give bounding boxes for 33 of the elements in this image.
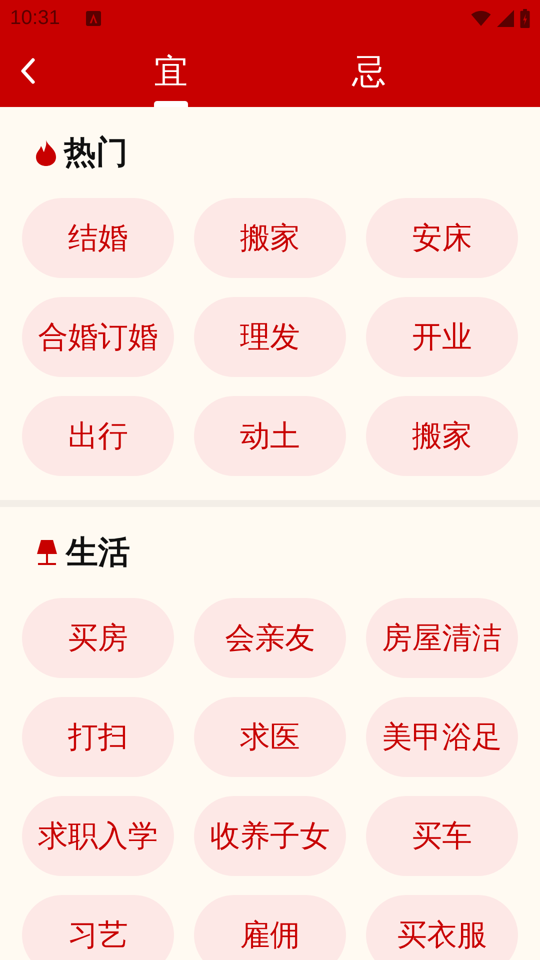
tab[interactable]: 宜 xyxy=(72,36,270,107)
tab[interactable]: 忌 xyxy=(270,36,468,107)
chevron-left-icon xyxy=(20,56,36,84)
tag-button[interactable]: 收养子女 xyxy=(194,796,346,876)
tag-button[interactable]: 打扫 xyxy=(22,697,174,777)
tag-button[interactable]: 合婚订婚 xyxy=(22,297,174,377)
battery-icon xyxy=(520,8,530,28)
wifi-icon xyxy=(471,10,491,26)
tag-button[interactable]: 买车 xyxy=(366,796,518,876)
tag-button[interactable]: 开业 xyxy=(366,297,518,377)
tag-button[interactable]: 结婚 xyxy=(22,198,174,278)
tag-button[interactable]: 美甲浴足 xyxy=(366,697,518,777)
tag-button[interactable]: 求职入学 xyxy=(22,796,174,876)
tag-button[interactable]: 动土 xyxy=(194,396,346,476)
tag-button[interactable]: 搬家 xyxy=(366,396,518,476)
tag-button[interactable]: 习艺 xyxy=(22,895,174,960)
notification-icon xyxy=(86,10,102,26)
tag-button[interactable]: 求医 xyxy=(194,697,346,777)
section-title: 热门 xyxy=(64,132,128,173)
tag-button[interactable]: 出行 xyxy=(22,396,174,476)
tag-button[interactable]: 雇佣 xyxy=(194,895,346,960)
tag-button[interactable]: 安床 xyxy=(366,198,518,278)
tag-button[interactable]: 搬家 xyxy=(194,198,346,278)
flame-icon xyxy=(36,140,56,166)
tag-button[interactable]: 买衣服 xyxy=(366,895,518,960)
signal-icon xyxy=(497,10,514,26)
tag-button[interactable]: 房屋清洁 xyxy=(366,598,518,678)
section-title: 生活 xyxy=(66,532,130,573)
tag-button[interactable]: 会亲友 xyxy=(194,598,346,678)
tag-button[interactable]: 买房 xyxy=(22,598,174,678)
tag-button[interactable]: 理发 xyxy=(194,297,346,377)
lamp-icon xyxy=(36,540,58,566)
status-time: 10:31 xyxy=(10,6,60,30)
